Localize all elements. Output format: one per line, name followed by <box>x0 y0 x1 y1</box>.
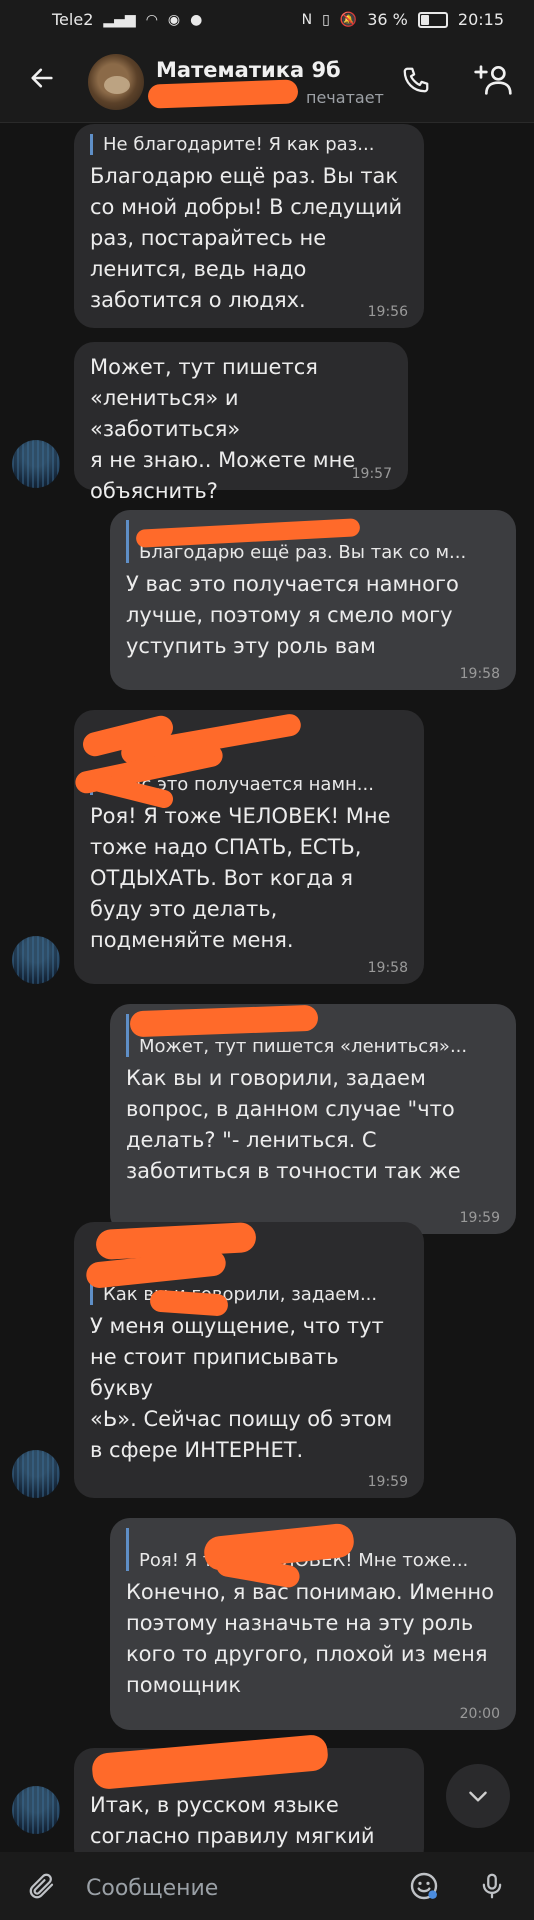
message-text: Роя! Я тоже ЧЕЛОВЕК! Мне тоже надо СПАТЬ… <box>90 804 391 952</box>
carrier-label: Tele2 <box>52 10 94 29</box>
typing-label: печатает <box>306 88 384 107</box>
reply-quote[interactable]: Не благодарите! Я как раз... <box>90 134 408 155</box>
sender-avatar[interactable] <box>12 440 60 488</box>
status-left: Tele2 ▂▄▆ ◠ ◉ ● <box>52 10 202 29</box>
message-bubble-incoming[interactable]: Не благодарите! Я как раз... Благодарю е… <box>74 124 424 328</box>
microphone-icon <box>482 1873 502 1899</box>
message-composer <box>0 1852 534 1920</box>
message-time: 19:59 <box>367 1474 408 1490</box>
message-text: Как вы и говорили, задаем вопрос, в данн… <box>126 1066 461 1183</box>
message-text: Конечно, я вас понимаю. Именно поэтому н… <box>126 1580 494 1697</box>
message-bubble-incoming[interactable]: Может, тут пишется «лениться» и «заботит… <box>74 342 408 503</box>
back-button[interactable] <box>22 58 62 98</box>
phone-icon <box>403 67 429 93</box>
message-time: 19:57 <box>351 466 392 482</box>
arrow-left-icon <box>31 68 53 88</box>
vibrate-icon: ▯ <box>322 11 330 28</box>
message-time: 19:59 <box>459 1210 500 1226</box>
chat-title[interactable]: Математика 9б <box>156 58 341 82</box>
call-button[interactable] <box>396 60 436 100</box>
sender-avatar[interactable] <box>12 1450 60 1498</box>
message-text: Итак, в русском языке согласно правилу м… <box>90 1793 375 1848</box>
add-user-icon <box>474 65 512 95</box>
status-right: N ▯ 🔕 36 % 20:15 <box>302 10 504 29</box>
signal-icon: ▂▄▆ <box>103 11 136 28</box>
message-bubble-outgoing[interactable]: Может, тут пишется «лениться»... Как вы … <box>110 1004 516 1234</box>
chat-avatar[interactable] <box>88 54 144 110</box>
paperclip-icon <box>29 1873 54 1899</box>
sender-avatar[interactable] <box>12 1786 60 1834</box>
add-user-button[interactable] <box>470 60 516 100</box>
status-bar: Tele2 ▂▄▆ ◠ ◉ ● N ▯ 🔕 36 % 20:15 <box>0 0 534 42</box>
eye-icon: ◉ <box>167 11 181 28</box>
clock: 20:15 <box>457 10 504 29</box>
microphone-button[interactable] <box>472 1866 512 1906</box>
sender-avatar[interactable] <box>12 936 60 984</box>
message-time: 20:00 <box>459 1706 500 1722</box>
reply-text: Не благодарите! Я как раз... <box>103 134 375 155</box>
mute-icon: 🔕 <box>339 11 358 28</box>
chat-header: Математика 9б печатает <box>0 42 534 123</box>
battery-percent: 36 % <box>367 10 408 29</box>
message-input[interactable] <box>84 1870 388 1906</box>
reply-quote[interactable]: Как вы и говорили, задаем... <box>90 1284 408 1305</box>
wifi-icon: ◠ <box>145 11 158 28</box>
message-text: Благодарю ещё раз. Вы так со мной добры!… <box>90 164 403 312</box>
reply-text: Благодарю ещё раз. Вы так со м... <box>139 542 467 563</box>
nfc-icon: N <box>301 11 313 28</box>
chat-notification-icon: ● <box>190 11 203 28</box>
message-text: У меня ощущение, что тут не стоит припис… <box>90 1314 393 1462</box>
scroll-to-bottom-button[interactable] <box>446 1764 510 1828</box>
emoji-icon <box>410 1872 438 1900</box>
attach-button[interactable] <box>22 1866 62 1906</box>
chevron-down-icon <box>469 1791 487 1802</box>
reply-text: Как вы и говорили, задаем... <box>103 1284 378 1305</box>
battery-icon <box>417 11 448 28</box>
message-text: Может, тут пишется «лениться» и «заботит… <box>90 355 356 503</box>
message-time: 19:58 <box>459 666 500 682</box>
emoji-button[interactable] <box>404 1866 444 1906</box>
message-text: У вас это получается намного лучше, поэт… <box>126 572 459 658</box>
message-time: 19:56 <box>367 304 408 320</box>
reply-text: Может, тут пишется «лениться»... <box>139 1036 468 1057</box>
message-time: 19:58 <box>367 960 408 976</box>
